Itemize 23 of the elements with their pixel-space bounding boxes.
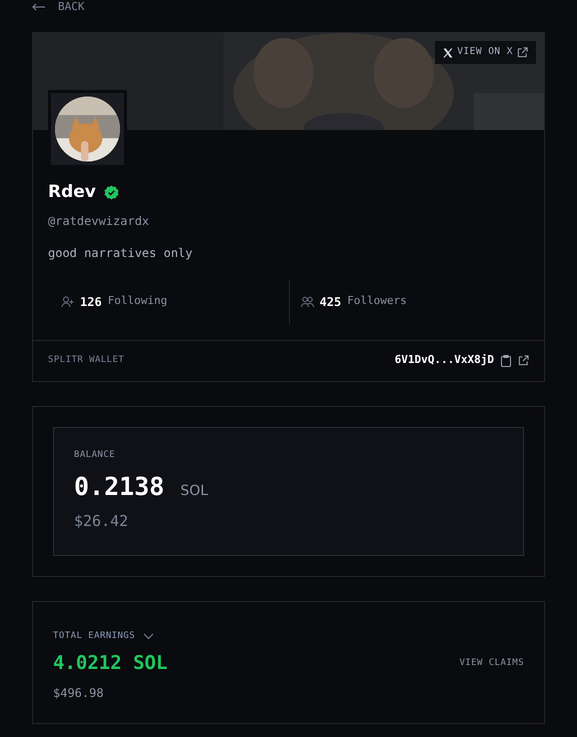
earnings-usd: $496.98 — [53, 684, 105, 702]
wallet-label: SPLITR WALLET — [48, 354, 124, 367]
copy-icon[interactable] — [501, 354, 511, 366]
profile-bio: good narratives only — [48, 244, 194, 262]
profile-handle: @ratdevwizardx — [48, 212, 150, 230]
stat-count: 425 — [320, 294, 342, 310]
arrow-left-icon — [32, 3, 46, 11]
stat-label: Following — [108, 293, 168, 310]
view-claims-button[interactable]: VIEW CLAIMS — [459, 656, 524, 670]
earnings-amount: 4.0212 SOL — [53, 651, 168, 676]
balance-amount: 0.2138 — [74, 474, 164, 499]
earnings-toggle[interactable]: TOTAL EARNINGS — [53, 630, 154, 643]
user-plus-icon — [61, 296, 74, 308]
users-icon — [300, 296, 314, 308]
back-link[interactable]: BACK — [32, 0, 84, 16]
balance-unit: SOL — [180, 482, 208, 501]
stat-label: Followers — [347, 293, 407, 310]
balance-usd: $26.42 — [74, 511, 130, 532]
balance-label: BALANCE — [74, 448, 116, 462]
wallet-address: 6V1DvQ...VxX8jD — [394, 352, 494, 368]
external-link-icon[interactable] — [518, 355, 529, 366]
stat-count: 126 — [80, 294, 102, 310]
profile-name: Rdev — [48, 181, 96, 204]
